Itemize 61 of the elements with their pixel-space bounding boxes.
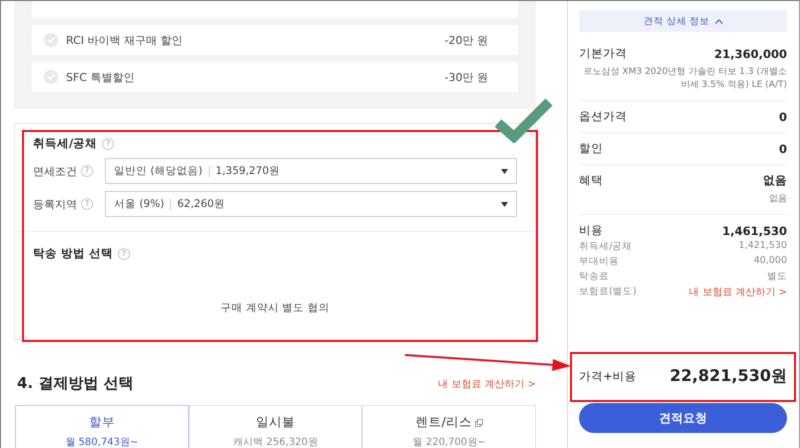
tab-price: 월 220,700원~	[412, 436, 486, 448]
field-label: 등록지역	[33, 196, 77, 212]
price-note: 없음	[768, 193, 787, 206]
discount-amount: -30만 원	[444, 70, 488, 84]
help-mark[interactable]: ?	[81, 198, 93, 210]
select-value: 일반인 (해당없음)	[114, 164, 203, 178]
price-value: 1,461,530	[722, 224, 787, 238]
details-toggle[interactable]: 견적 상세 정보	[579, 10, 787, 32]
payment-tab[interactable]: 일시불 캐시백 256,320원	[188, 405, 362, 448]
caret-icon	[501, 168, 508, 174]
insurance-calc-link[interactable]: 내 보험료 계산하기 >	[438, 376, 536, 390]
price-value: 0	[778, 110, 787, 124]
price-value: 0	[778, 142, 787, 156]
tab-label: 할부	[88, 414, 115, 431]
field-label: 면세조건	[33, 164, 77, 178]
insurance-calc-link[interactable]: 내 보험료 계산하기 >	[689, 285, 787, 300]
dropdown-select[interactable]: 서울 (9%) 62,260원	[105, 191, 517, 217]
price-label: 기본가격	[579, 46, 627, 61]
help-mark[interactable]: ?	[118, 248, 130, 260]
section-title: 탁송 방법 선택	[33, 246, 114, 261]
price-label: 혜택	[579, 173, 603, 188]
cost-label: 탁송료	[579, 270, 609, 284]
cost-label: 보험료(별도)	[579, 285, 636, 300]
cost-label: 취득세/공채	[579, 240, 632, 254]
price-label: 비용	[579, 223, 603, 238]
discount-amount: -20만 원	[444, 32, 488, 48]
select-value: 서울 (9%)	[114, 197, 164, 211]
price-label: 옵션가격	[579, 109, 627, 124]
select-amount: 62,260원	[177, 197, 226, 211]
price-value: 없음	[763, 173, 787, 188]
total-label: 가격+비용	[579, 368, 637, 384]
payment-tab[interactable]: 할부 월 580,743원~	[15, 405, 189, 448]
payment-tab[interactable]: 렌트/리스 월 220,700원~	[362, 405, 536, 448]
discount-option[interactable]	[32, 1, 518, 18]
discount-option[interactable]: RCI 바이백 재구매 할인 -20만 원	[32, 25, 518, 55]
chevron-up-icon	[714, 18, 723, 24]
total-amount: 22,821,530원	[670, 366, 787, 386]
price-label: 할인	[579, 141, 603, 156]
price-value: 21,360,000	[714, 46, 787, 60]
tab-label: 일시불	[256, 414, 295, 431]
discount-label: SFC 특별할인	[66, 70, 136, 84]
caret-icon	[501, 202, 508, 206]
section-title: 취득세/공채	[33, 136, 98, 151]
tab-price: 월 580,743원~	[65, 436, 138, 448]
delivery-note: 구매 계약시 별도 협의	[219, 301, 330, 315]
cost-value: 1,421,530	[738, 240, 787, 254]
select-amount: 1,359,270원	[216, 164, 281, 178]
section-heading: 4. 결제방법 선택	[17, 374, 134, 393]
price-note: 르노삼성 XM3 2020년형 가솔린 터보 1.3 (개별소비세 3.5% 적용) LE (A/T)	[582, 66, 787, 92]
tab-label: 렌트/리스	[416, 414, 472, 431]
checkmark-icon	[494, 97, 554, 143]
cost-label: 부대비용	[579, 255, 619, 268]
discount-label: RCI 바이백 재구매 할인	[66, 32, 184, 48]
discount-option[interactable]: SFC 특별할인 -30만 원	[32, 62, 518, 92]
cost-value: 40,000	[754, 255, 787, 268]
quote-request-button[interactable]: 견적요청	[579, 403, 787, 433]
cost-value: 별도	[767, 270, 787, 284]
help-mark[interactable]: ?	[81, 165, 93, 177]
tab-price: 캐시백 256,320원	[233, 436, 318, 448]
help-mark[interactable]: ?	[102, 138, 114, 150]
dropdown-select[interactable]: 일반인 (해당없음) 1,359,270원	[105, 158, 517, 184]
